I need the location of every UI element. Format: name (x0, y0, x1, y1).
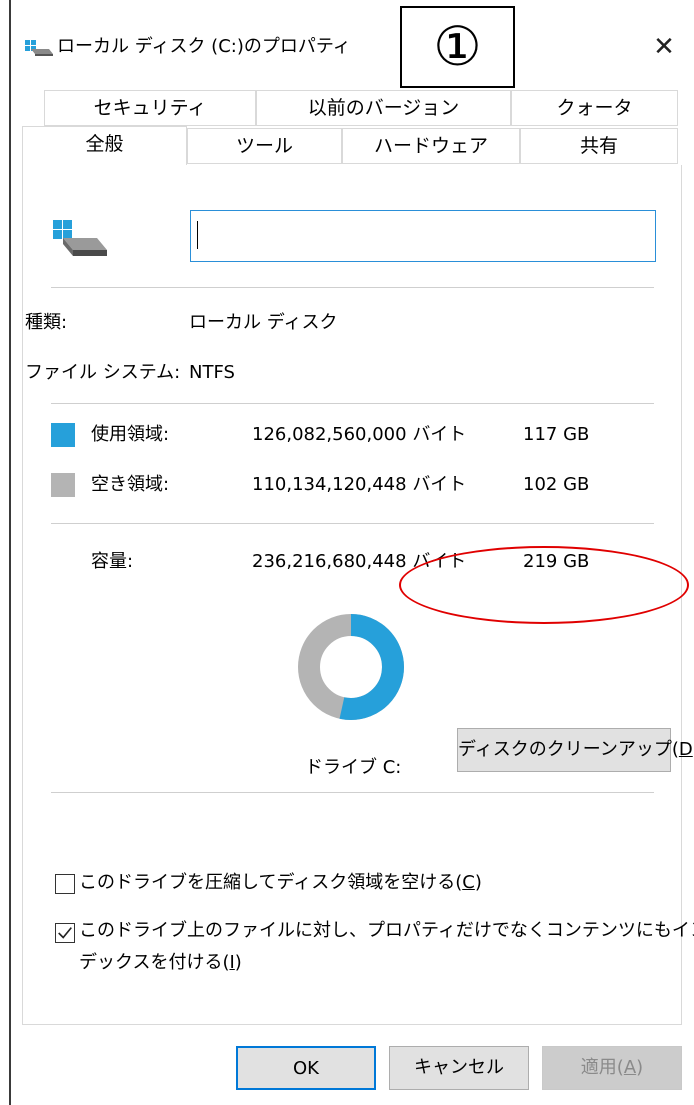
text-caret (197, 221, 198, 249)
apply-text: 適用( (580, 1057, 624, 1078)
divider (51, 287, 654, 288)
ok-button[interactable]: OK (236, 1046, 376, 1090)
drive-name-input[interactable] (190, 210, 656, 262)
tab-hardware[interactable]: ハードウェア (342, 128, 520, 164)
check-mark-icon (58, 927, 72, 939)
tab-strip: セキュリティ 以前のバージョン クォータ 全般 ツール ハードウェア 共有 (22, 90, 690, 165)
divider (51, 523, 654, 524)
free-space-bytes: 110,134,120,448 バイト (252, 474, 467, 495)
general-panel: 種類: ローカル ディスク ファイル システム: NTFS 使用領域: 126,… (22, 165, 694, 1025)
disk-cleanup-button[interactable]: ディスクのクリーンアップ(D) (457, 728, 694, 772)
tab-sharing[interactable]: 共有 (520, 128, 678, 164)
tab-previous-versions[interactable]: 以前のバージョン (256, 90, 511, 126)
used-space-swatch (51, 423, 75, 447)
capacity-bytes: 236,216,680,448 バイト (252, 551, 467, 572)
type-value: ローカル ディスク (189, 312, 338, 333)
tab-quota[interactable]: クォータ (511, 90, 678, 126)
cleanup-button-text: ディスクのクリーンアップ( (458, 739, 679, 760)
free-space-swatch (51, 473, 75, 497)
used-space-size: 117 GB (523, 424, 590, 445)
title-bar: ローカル ディスク (C:)のプロパティ ✕ (11, 0, 694, 90)
cleanup-access-key: D (678, 739, 693, 760)
properties-dialog: ローカル ディスク (C:)のプロパティ ✕ ① セキュリティ 以前のバージョン… (0, 0, 694, 1105)
drive-label: ドライブ C: (305, 757, 402, 778)
index-text: デックスを付ける( (79, 952, 230, 973)
window-title: ローカル ディスク (C:)のプロパティ (57, 36, 351, 57)
drive-icon-small (25, 40, 53, 56)
tab-general[interactable]: 全般 (22, 126, 187, 165)
compress-access-key: C (462, 872, 475, 893)
index-label-line1[interactable]: このドライブ上のファイルに対し、プロパティだけでなくコンテンツにもイン (79, 916, 694, 946)
tab-tools[interactable]: ツール (187, 128, 342, 164)
usage-donut-chart (298, 614, 404, 720)
compress-text: このドライブを圧縮してディスク領域を空ける( (79, 872, 463, 893)
apply-close: ) (636, 1057, 644, 1078)
cancel-button[interactable]: キャンセル (389, 1046, 529, 1090)
index-label-line2[interactable]: デックスを付ける(I) (79, 948, 242, 978)
close-icon[interactable]: ✕ (646, 30, 682, 66)
filesystem-value: NTFS (189, 362, 235, 383)
annotation-marker-1: ① (400, 6, 515, 88)
drive-icon (53, 220, 107, 256)
type-label: 種類: (25, 312, 68, 333)
capacity-size: 219 GB (523, 551, 590, 572)
compress-close: ) (474, 872, 482, 893)
index-close: ) (234, 952, 242, 973)
capacity-label: 容量: (91, 551, 134, 572)
divider (51, 792, 654, 793)
compress-checkbox[interactable] (55, 874, 75, 894)
filesystem-label: ファイル システム: (25, 362, 181, 383)
compress-label[interactable]: このドライブを圧縮してディスク領域を空ける(C) (79, 868, 482, 898)
used-space-bytes: 126,082,560,000 バイト (252, 424, 467, 445)
index-checkbox[interactable] (55, 923, 75, 943)
used-space-label: 使用領域: (91, 424, 170, 445)
divider (51, 403, 654, 404)
free-space-size: 102 GB (523, 474, 590, 495)
apply-access-key: A (623, 1057, 637, 1078)
tab-security[interactable]: セキュリティ (44, 90, 256, 126)
free-space-label: 空き領域: (91, 474, 170, 495)
apply-button[interactable]: 適用(A) (542, 1046, 682, 1090)
window-left-border (9, 0, 11, 1105)
